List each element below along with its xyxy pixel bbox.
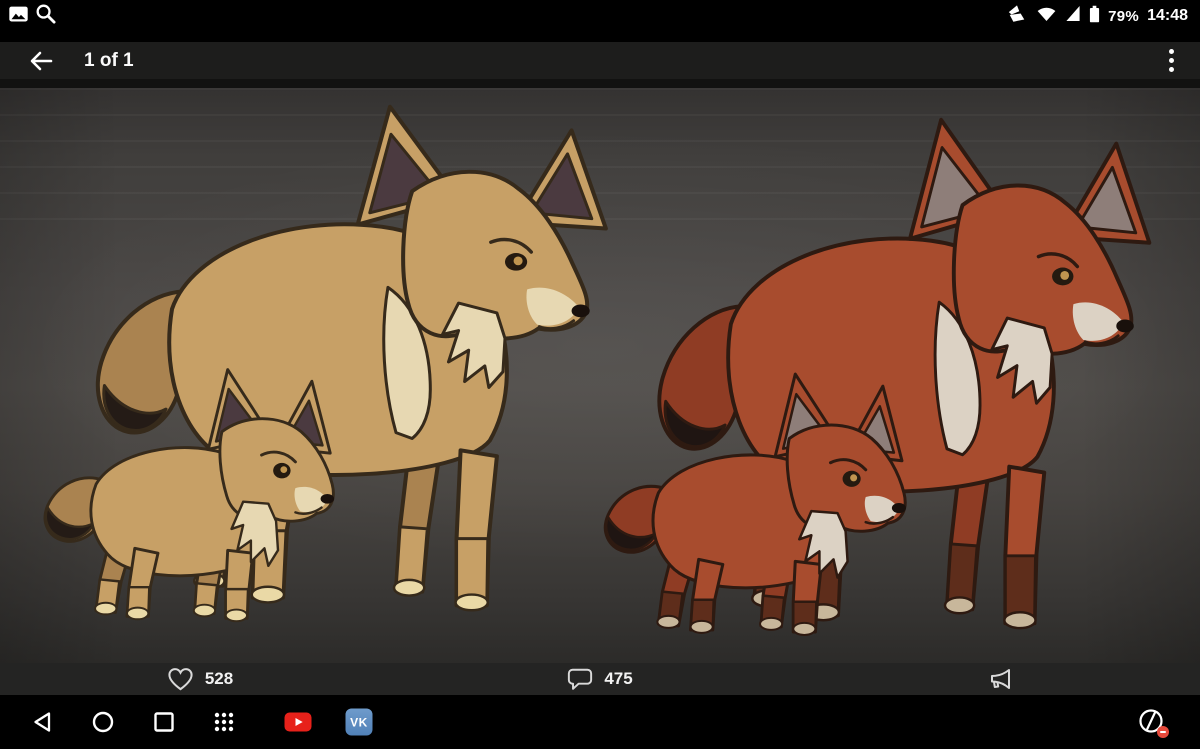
overflow-menu-button[interactable] [1165, 45, 1178, 76]
android-screen: 79% 14:48 1 of 1 [0, 0, 1200, 749]
red-fox-pup-artwork [598, 360, 910, 642]
home-circle-icon [92, 711, 114, 733]
wifi-icon [1036, 5, 1057, 27]
vk-shortcut[interactable]: VK [346, 709, 373, 736]
rotate-device-icon [1006, 4, 1028, 29]
megaphone-icon [987, 667, 1013, 691]
like-count: 528 [205, 669, 233, 689]
app-bar-shadow [0, 79, 1200, 88]
cell-signal-icon [1065, 5, 1081, 27]
nav-recents-button[interactable] [154, 712, 175, 733]
page-title: 1 of 1 [84, 50, 134, 72]
comment-count: 475 [604, 669, 632, 689]
youtube-icon [285, 713, 312, 732]
app-grid-button[interactable] [213, 711, 235, 733]
image-notification-icon [8, 5, 29, 28]
fennec-pup-artwork [38, 356, 338, 628]
photo-viewer[interactable] [0, 88, 1200, 663]
nav-back-button[interactable] [32, 711, 52, 733]
nav-bar: VK [0, 695, 1200, 749]
vk-icon: VK [346, 709, 373, 736]
back-button[interactable] [24, 46, 58, 76]
like-button[interactable]: 528 [0, 663, 400, 695]
disabled-badge [1157, 726, 1169, 738]
recents-square-icon [154, 712, 175, 733]
share-button[interactable] [800, 663, 1200, 695]
battery-icon [1089, 5, 1100, 28]
status-bar-system: 79% 14:48 [1006, 4, 1188, 28]
status-bar-notifications [8, 4, 56, 28]
vk-logo-text: VK [350, 715, 368, 729]
battery-percent: 79% [1108, 8, 1139, 25]
nav-home-button[interactable] [92, 711, 114, 733]
floating-tool-button[interactable] [1138, 708, 1166, 736]
status-bar: 79% 14:48 [0, 0, 1200, 42]
youtube-shortcut[interactable] [285, 713, 312, 732]
arrow-left-icon [29, 51, 53, 71]
comment-icon [567, 667, 593, 692]
comment-button[interactable]: 475 [400, 663, 800, 695]
action-bar: 528 475 [0, 663, 1200, 695]
clock: 14:48 [1147, 7, 1188, 25]
app-grid-icon [213, 711, 235, 733]
app-bar: 1 of 1 [0, 42, 1200, 79]
search-icon [35, 3, 56, 29]
back-triangle-icon [32, 711, 52, 733]
heart-icon [167, 666, 194, 692]
